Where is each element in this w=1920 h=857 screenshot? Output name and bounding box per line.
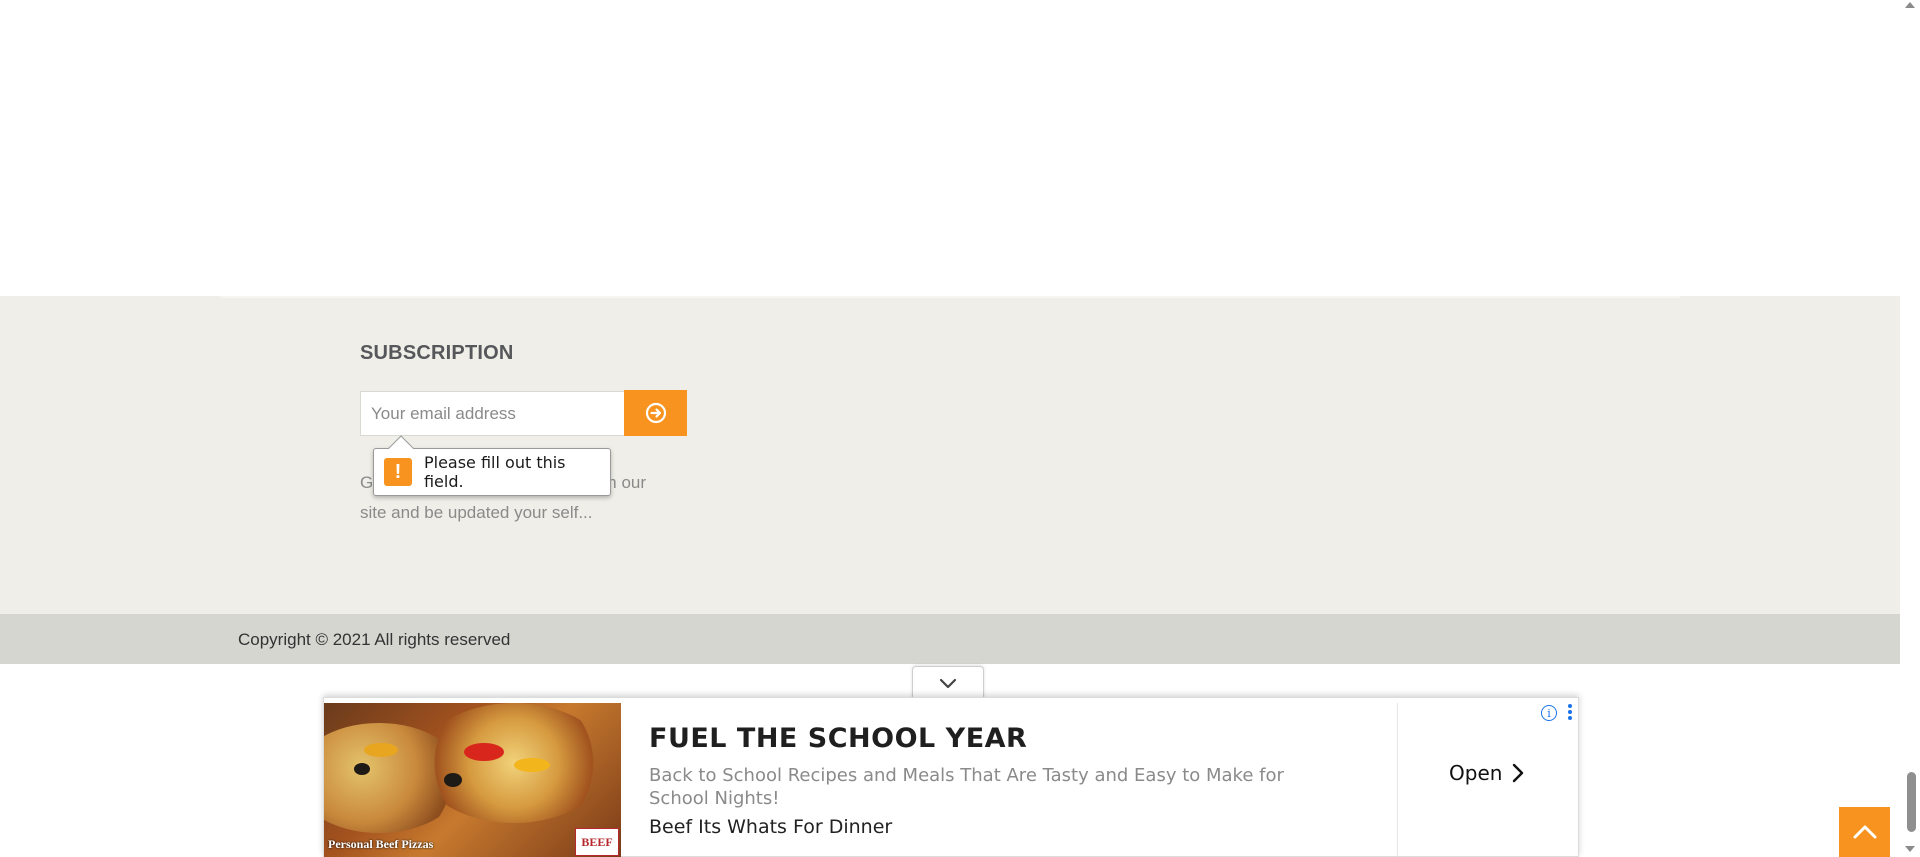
ad-collapse-button[interactable]	[912, 666, 984, 700]
arrow-circle-right-icon	[645, 402, 666, 424]
ad-headline[interactable]: FUEL THE SCHOOL YEAR	[649, 723, 1027, 754]
pepper-graphic	[364, 743, 398, 757]
tooltip-arrow	[388, 435, 414, 461]
ad-sponsor[interactable]: Beef Its Whats For Dinner	[649, 816, 892, 838]
anchor-ad[interactable]: Personal Beef Pizzas BEEF FUEL THE SCHOO…	[323, 697, 1579, 857]
copyright-bar: Copyright © 2021 All rights reserved	[0, 614, 1900, 664]
back-to-top-button[interactable]	[1839, 807, 1890, 857]
ad-open-label: Open	[1449, 761, 1503, 785]
olive-graphic	[444, 773, 462, 787]
subscription-section: SUBSCRIPTION Get latest updates and offe…	[0, 296, 1900, 614]
validation-tooltip: ! Please fill out this field.	[373, 435, 611, 496]
section-divider	[220, 296, 1680, 298]
scroll-thumb[interactable]	[1907, 772, 1916, 832]
ad-body-text: Back to School Recipes and Meals That Ar…	[649, 765, 1284, 809]
subscription-title: SUBSCRIPTION	[360, 342, 514, 364]
pepper-graphic	[514, 758, 550, 772]
ad-image-caption: Personal Beef Pizzas	[328, 837, 434, 851]
chevron-up-icon	[1853, 825, 1876, 839]
email-input[interactable]	[360, 391, 625, 436]
ad-image[interactable]: Personal Beef Pizzas BEEF	[324, 703, 621, 857]
copyright-text: Copyright © 2021 All rights reserved	[238, 630, 511, 649]
validation-message: Please fill out this field.	[423, 453, 566, 491]
kebab-menu-icon[interactable]	[1567, 704, 1573, 720]
page-viewport: SUBSCRIPTION Get latest updates and offe…	[0, 0, 1900, 857]
chevron-down-icon	[939, 678, 957, 688]
olive-graphic	[354, 763, 370, 775]
beef-logo-text: BEEF	[581, 835, 613, 849]
scroll-down-arrow-icon[interactable]	[1905, 846, 1915, 852]
ad-divider	[1397, 703, 1398, 857]
pepper-graphic	[464, 743, 504, 761]
info-icon[interactable]: i	[1541, 705, 1557, 721]
exclamation-icon: !	[384, 458, 412, 486]
subscribe-button[interactable]	[624, 390, 687, 436]
scroll-up-arrow-icon[interactable]	[1905, 2, 1915, 8]
ad-open-button[interactable]: Open	[1449, 761, 1524, 785]
chevron-right-icon	[1513, 763, 1524, 783]
page-scrollbar[interactable]	[1900, 0, 1920, 857]
beef-logo: BEEF	[575, 828, 619, 856]
